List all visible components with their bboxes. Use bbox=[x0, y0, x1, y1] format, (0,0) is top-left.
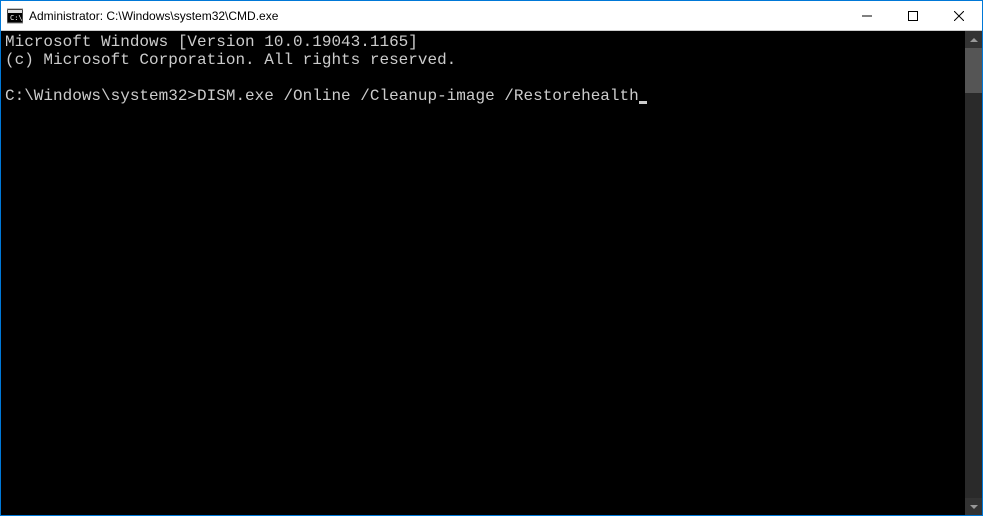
window-controls bbox=[844, 1, 982, 30]
copyright-line: (c) Microsoft Corporation. All rights re… bbox=[5, 51, 456, 69]
svg-text:C:\: C:\ bbox=[10, 14, 23, 22]
maximize-button[interactable] bbox=[890, 1, 936, 30]
terminal-output[interactable]: Microsoft Windows [Version 10.0.19043.11… bbox=[1, 31, 965, 515]
scrollbar-thumb[interactable] bbox=[965, 48, 982, 93]
cmd-icon: C:\ bbox=[7, 8, 23, 24]
close-button[interactable] bbox=[936, 1, 982, 30]
command-input: DISM.exe /Online /Cleanup-image /Restore… bbox=[197, 87, 639, 105]
minimize-button[interactable] bbox=[844, 1, 890, 30]
titlebar[interactable]: C:\ Administrator: C:\Windows\system32\C… bbox=[1, 1, 982, 31]
window-title: Administrator: C:\Windows\system32\CMD.e… bbox=[29, 9, 844, 23]
version-line: Microsoft Windows [Version 10.0.19043.11… bbox=[5, 33, 418, 51]
prompt: C:\Windows\system32> bbox=[5, 87, 197, 105]
vertical-scrollbar[interactable] bbox=[965, 31, 982, 515]
scrollbar-up-arrow[interactable] bbox=[965, 31, 982, 48]
terminal-container: Microsoft Windows [Version 10.0.19043.11… bbox=[1, 31, 982, 515]
cmd-window: C:\ Administrator: C:\Windows\system32\C… bbox=[0, 0, 983, 516]
scrollbar-down-arrow[interactable] bbox=[965, 498, 982, 515]
scrollbar-track[interactable] bbox=[965, 48, 982, 498]
cursor bbox=[639, 101, 647, 104]
